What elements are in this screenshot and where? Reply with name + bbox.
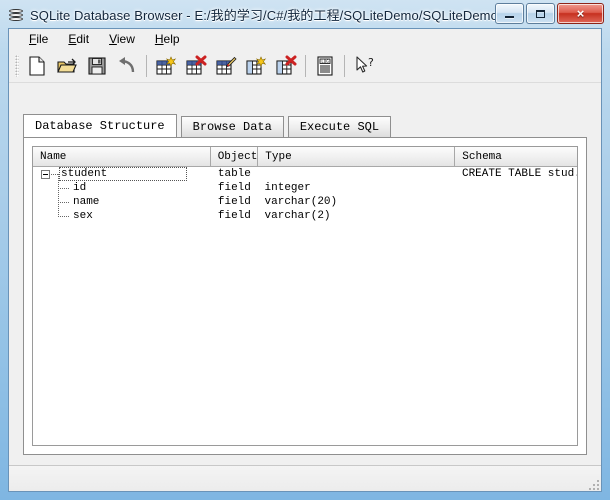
column-header-name[interactable]: Name <box>33 147 211 166</box>
tree-connector-horizontal <box>58 216 70 217</box>
close-button[interactable]: × <box>557 3 604 24</box>
svg-text:?: ? <box>368 56 374 69</box>
menu-accel-help: H <box>154 32 164 46</box>
tree-cell-type: varchar(20) <box>264 196 338 208</box>
window-controls: × <box>493 3 604 24</box>
tab-page-database-structure: Name Object Type Schema student table CR… <box>23 137 587 455</box>
tree-cell-object: field <box>217 182 251 194</box>
modify-table-icon <box>216 56 237 75</box>
tree-cell-name[interactable]: id <box>33 181 211 195</box>
tree-header-row: Name Object Type Schema <box>33 147 577 167</box>
menu-rest-file: ile <box>36 32 49 46</box>
save-database-icon <box>88 56 106 75</box>
tree-node-label: student <box>61 168 108 180</box>
tab-database-structure[interactable]: Database Structure <box>23 114 177 137</box>
menu-item-view[interactable]: View <box>99 30 145 48</box>
toolbar-drag-handle[interactable] <box>15 54 19 77</box>
database-structure-tree[interactable]: Name Object Type Schema student table CR… <box>32 146 578 446</box>
open-database-button[interactable] <box>52 51 82 81</box>
tab-label-execute-sql: Execute SQL <box>299 120 380 134</box>
resize-grip-icon[interactable] <box>585 476 599 490</box>
minimize-icon <box>505 15 514 18</box>
menu-rest-help: elp <box>163 32 180 46</box>
tree-cell-name[interactable]: sex <box>33 209 211 223</box>
revert-changes-button[interactable] <box>112 51 142 81</box>
maximize-button[interactable] <box>526 3 555 24</box>
execute-log-icon: LOG <box>317 55 333 76</box>
open-database-icon <box>57 58 77 73</box>
toolbar-separator <box>344 54 345 77</box>
delete-index-icon <box>276 55 297 75</box>
column-header-type[interactable]: Type <box>258 147 456 166</box>
maximize-icon <box>536 9 545 18</box>
menu-item-edit[interactable]: Edit <box>58 30 99 48</box>
tree-connector-horizontal <box>58 188 70 189</box>
create-index-button[interactable] <box>241 51 271 81</box>
column-header-object[interactable]: Object <box>211 147 259 166</box>
new-database-icon <box>29 55 45 76</box>
revert-changes-icon <box>119 56 135 72</box>
tab-label-database-structure: Database Structure <box>35 119 165 133</box>
tree-cell-name[interactable]: student <box>33 167 211 181</box>
database-icon[interactable] <box>8 7 24 23</box>
menu-rest-edit: dit <box>76 32 90 46</box>
delete-index-button[interactable] <box>271 51 301 81</box>
tree-connector-horizontal <box>58 202 70 203</box>
close-icon: × <box>576 6 585 21</box>
toolbar-separator <box>146 54 147 77</box>
menu-item-help[interactable]: Help <box>145 30 190 48</box>
toolbar: LOG ? <box>9 49 601 83</box>
client-area: Database Structure Browse Data Execute S… <box>9 83 601 465</box>
expander-collapse-icon[interactable] <box>41 170 50 179</box>
delete-table-icon <box>186 55 207 75</box>
table-row[interactable]: id field integer <box>33 181 577 195</box>
menu-item-file[interactable]: File <box>19 30 58 48</box>
svg-text:LOG: LOG <box>321 58 329 63</box>
table-row[interactable]: sex field varchar(2) <box>33 209 577 223</box>
tree-cell-name[interactable]: name <box>33 195 211 209</box>
tab-execute-sql[interactable]: Execute SQL <box>287 116 392 137</box>
tree-body: student table CREATE TABLE stud... id <box>33 167 577 223</box>
tree-node-label: name <box>73 196 100 208</box>
tree-connector-horizontal <box>51 174 59 175</box>
tree-cell-object: field <box>217 196 251 208</box>
tree-cell-type: varchar(2) <box>264 210 331 222</box>
modify-table-button[interactable] <box>211 51 241 81</box>
menu-accel-view: V <box>109 32 117 46</box>
tree-cell-type: integer <box>264 182 311 194</box>
title-bar[interactable]: SQLite Database Browser - E:/我的学习/C#/我的工… <box>0 0 610 28</box>
window-title: SQLite Database Browser - E:/我的学习/C#/我的工… <box>30 8 513 23</box>
menu-rest-view: iew <box>116 32 135 46</box>
tab-strip: Database Structure Browse Data Execute S… <box>23 114 587 137</box>
tree-node-label: id <box>73 182 87 194</box>
column-header-schema[interactable]: Schema <box>455 147 577 166</box>
table-row[interactable]: student table CREATE TABLE stud... <box>33 167 577 181</box>
save-database-button[interactable] <box>82 51 112 81</box>
tree-cell-schema <box>455 181 577 195</box>
create-index-icon <box>246 55 267 75</box>
tree-cell-schema: CREATE TABLE stud... <box>461 168 577 180</box>
tree-node-label: sex <box>73 210 93 222</box>
context-help-icon: ? <box>356 56 374 73</box>
toolbar-separator <box>305 54 306 77</box>
delete-table-button[interactable] <box>181 51 211 81</box>
window-client-frame: File Edit View Help LOG ? Database Struc… <box>8 28 602 492</box>
tree-cell-object: field <box>217 210 251 222</box>
minimize-button[interactable] <box>495 3 524 24</box>
tree-cell-schema <box>455 209 577 223</box>
menu-bar: File Edit View Help <box>9 29 601 49</box>
create-table-button[interactable] <box>151 51 181 81</box>
tree-cell-object: table <box>217 168 251 180</box>
status-bar <box>9 465 601 491</box>
create-table-icon <box>156 55 177 75</box>
tab-browse-data[interactable]: Browse Data <box>180 116 284 137</box>
context-help-button[interactable]: ? <box>349 51 379 81</box>
tree-cell-schema <box>455 195 577 209</box>
application-window: SQLite Database Browser - E:/我的学习/C#/我的工… <box>0 0 610 500</box>
tab-label-browse-data: Browse Data <box>192 120 272 134</box>
table-row[interactable]: name field varchar(20) <box>33 195 577 209</box>
execute-log-button[interactable]: LOG <box>310 51 340 81</box>
tree-cell-type <box>258 167 455 181</box>
new-database-button[interactable] <box>22 51 52 81</box>
